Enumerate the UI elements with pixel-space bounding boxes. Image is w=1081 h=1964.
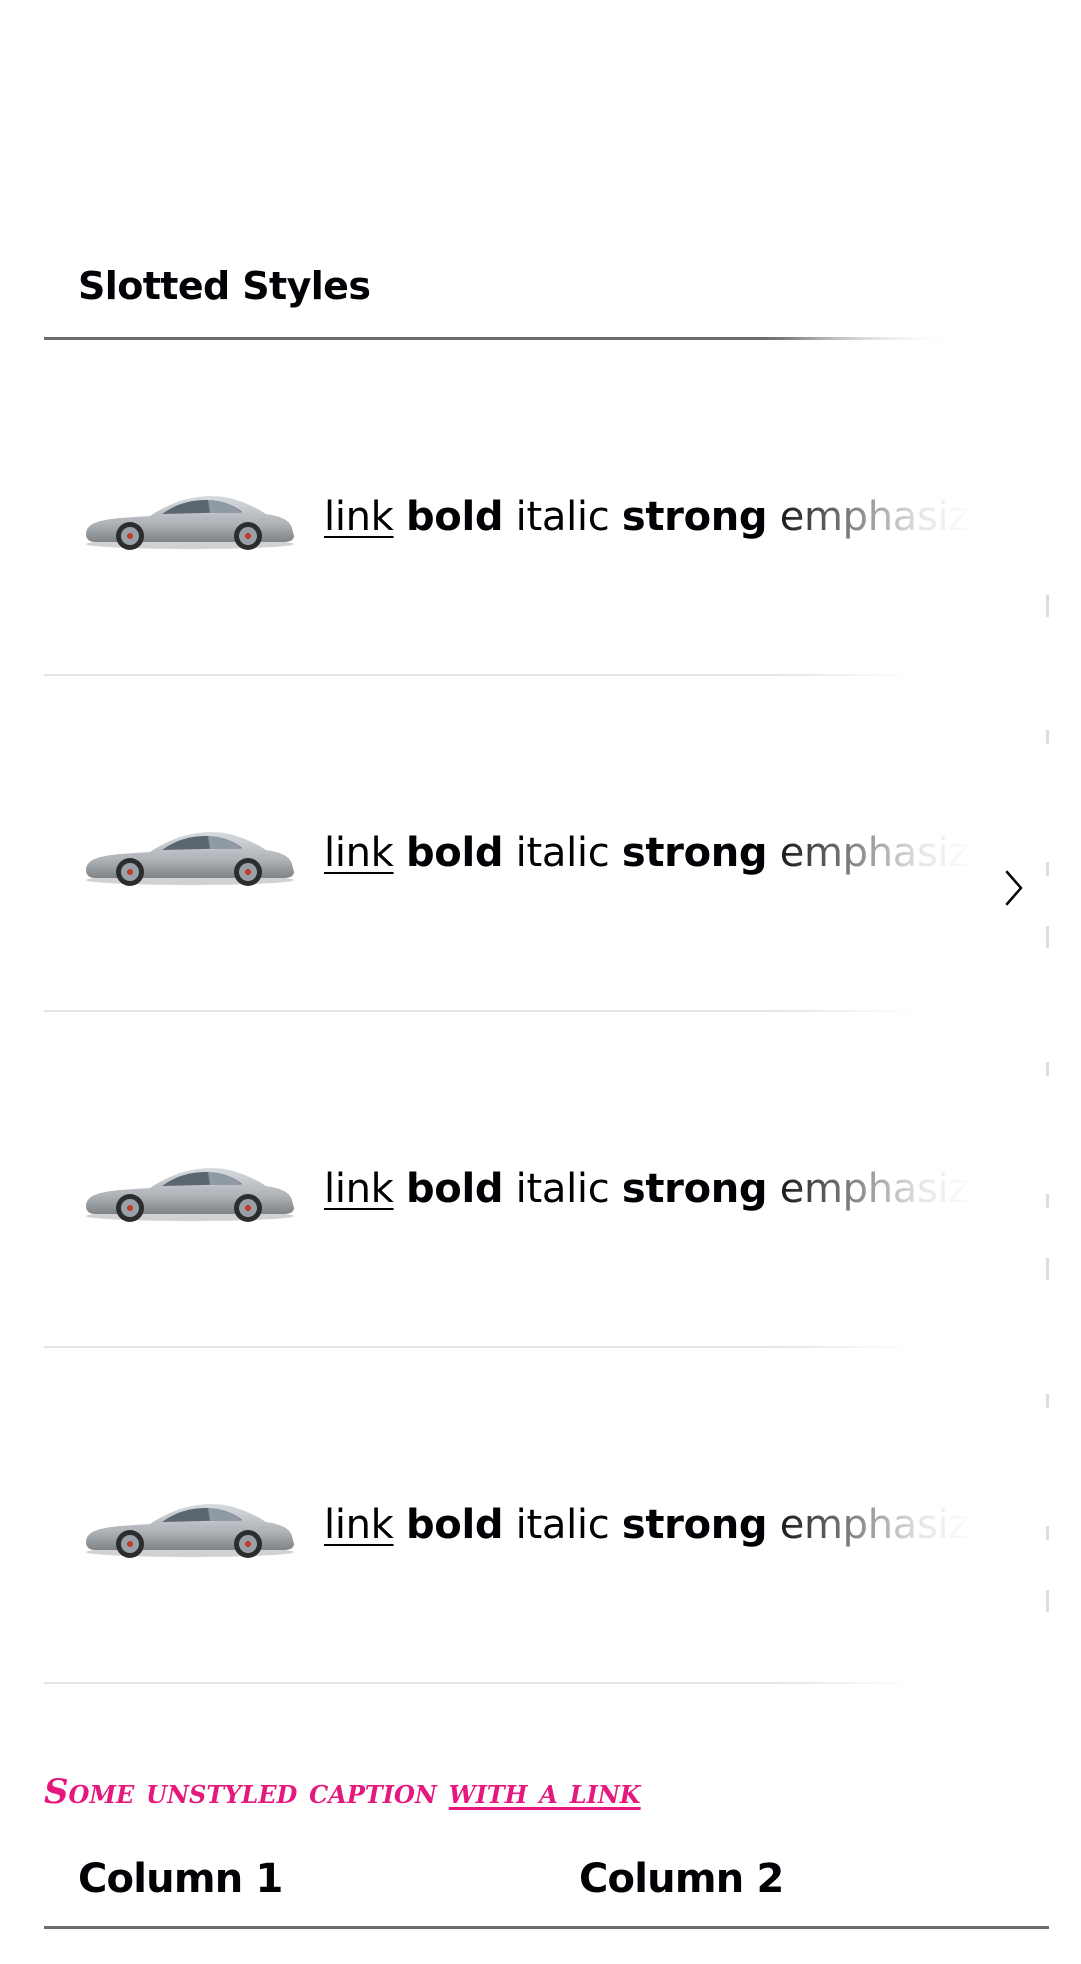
row-text: link bold italic strong emphasized bbox=[324, 830, 974, 876]
row-text: link bold italic strong emphasized bbox=[324, 1502, 974, 1548]
row-link[interactable]: link bbox=[324, 1166, 394, 1212]
header-divider bbox=[44, 1926, 1049, 1929]
car-image bbox=[86, 832, 294, 886]
row-strong: strong bbox=[621, 830, 768, 876]
row-strong: strong bbox=[621, 1502, 768, 1548]
table-row: link bold italic strong emphasized bbox=[44, 340, 974, 676]
column-header: Column 1 bbox=[78, 1856, 283, 1902]
row-text: link bold italic strong emphasized bbox=[324, 1166, 974, 1212]
column-header: Column 2 bbox=[579, 1856, 784, 1902]
row-italic: italic bbox=[515, 494, 610, 540]
scroll-right-button[interactable] bbox=[999, 858, 1029, 918]
row-link[interactable]: link bbox=[324, 1502, 394, 1548]
row-strong: strong bbox=[621, 494, 768, 540]
table-row: link bold italic strong emphasized bbox=[44, 1348, 974, 1684]
row-emphasized: emphasized bbox=[779, 494, 974, 540]
chevron-right-icon bbox=[1005, 870, 1023, 906]
car-image bbox=[86, 1168, 294, 1222]
row-bold: bold bbox=[405, 494, 504, 540]
row-text: link bold italic strong emphasized bbox=[324, 494, 974, 540]
row-link[interactable]: link bbox=[324, 830, 394, 876]
table-row: link bold italic strong emphasized bbox=[44, 676, 974, 1012]
table-caption: Some unstyled caption with a link bbox=[44, 1772, 641, 1812]
page: Slotted Styles link bold italic strong e… bbox=[0, 0, 1081, 1964]
row-italic: italic bbox=[515, 1502, 610, 1548]
row-bold: bold bbox=[405, 1166, 504, 1212]
row-emphasized: emphasized bbox=[779, 1502, 974, 1548]
car-image bbox=[86, 496, 294, 550]
table-scroll-area[interactable]: Slotted Styles link bold italic strong e… bbox=[44, 200, 974, 1690]
table-row: link bold italic strong emphasized bbox=[44, 1012, 974, 1348]
row-emphasized: emphasized bbox=[779, 830, 974, 876]
row-divider bbox=[44, 1682, 974, 1684]
slotted-styles-table: Slotted Styles link bold italic strong e… bbox=[44, 200, 1049, 1690]
row-bold: bold bbox=[405, 1502, 504, 1548]
table-header-cell: Slotted Styles bbox=[44, 200, 974, 340]
table-header-label: Slotted Styles bbox=[78, 264, 371, 308]
row-emphasized: emphasized bbox=[779, 1166, 974, 1212]
row-bold: bold bbox=[405, 830, 504, 876]
row-italic: italic bbox=[515, 830, 610, 876]
second-table: Column 1 Column 2 bbox=[44, 1830, 1049, 1964]
row-strong: strong bbox=[621, 1166, 768, 1212]
car-image bbox=[86, 1504, 294, 1558]
caption-text: Some unstyled caption bbox=[44, 1772, 437, 1812]
row-link[interactable]: link bbox=[324, 494, 394, 540]
caption-link[interactable]: with a link bbox=[449, 1772, 641, 1812]
row-italic: italic bbox=[515, 1166, 610, 1212]
scrollbar-track bbox=[1046, 200, 1049, 1690]
